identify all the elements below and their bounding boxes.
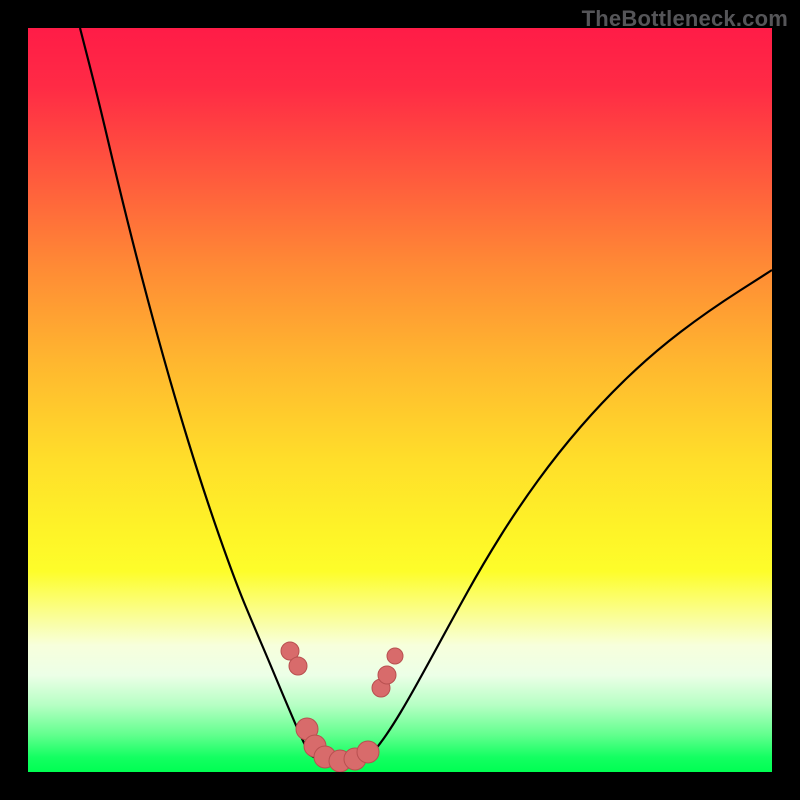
curve-markers (281, 642, 403, 772)
curve-marker (289, 657, 307, 675)
curve-marker (378, 666, 396, 684)
bottleneck-curve (80, 28, 772, 764)
watermark-text: TheBottleneck.com (582, 6, 788, 32)
curve-marker (387, 648, 403, 664)
chart-svg (28, 28, 772, 772)
curve-marker (357, 741, 379, 763)
